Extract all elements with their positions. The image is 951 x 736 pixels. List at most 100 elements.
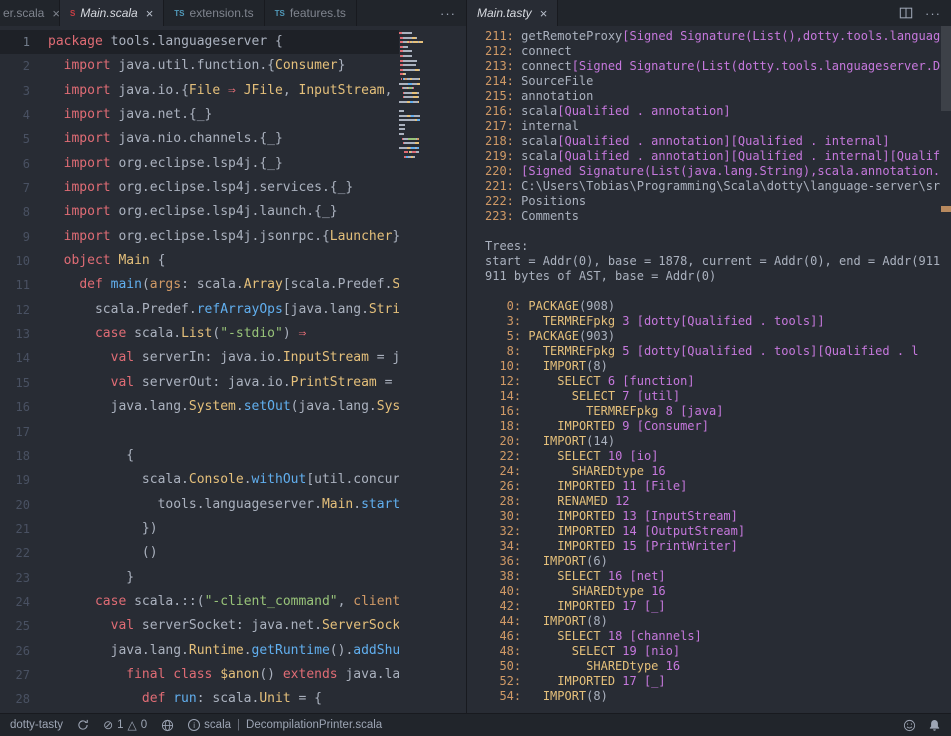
left-tabs: er.scala×SMain.scala×TSextension.tsTSfea… xyxy=(0,0,357,26)
code-token: 18 [channels] xyxy=(601,629,702,643)
code-token: serverSocket: java.net. xyxy=(134,618,322,633)
status-problems[interactable]: ⊘ 1 △ 0 xyxy=(103,719,147,731)
code-token: 16: xyxy=(485,404,528,418)
code-token xyxy=(528,434,542,448)
code-line: 48: SELECT 19 [nio] xyxy=(485,644,941,659)
sync-icon[interactable] xyxy=(77,719,89,731)
code-token: 8: xyxy=(485,344,528,358)
code-token: 211: xyxy=(485,29,521,43)
code-token xyxy=(528,404,586,418)
right-scrollbar[interactable] xyxy=(941,26,951,713)
minimap-segment xyxy=(402,32,412,34)
code-token: TERMREFpkg xyxy=(543,344,615,358)
code-token xyxy=(528,494,557,508)
right-editor-code[interactable]: 211: getRemoteProxy[Signed Signature(Lis… xyxy=(467,29,941,704)
code-token xyxy=(48,277,79,292)
code-token xyxy=(528,344,542,358)
code-token: C:\Users\Tobias\Programming\Scala\dotty\… xyxy=(521,179,940,193)
code-line: 222: Positions xyxy=(485,194,941,209)
overview-ruler-mark xyxy=(941,206,951,212)
code-token: : scala. xyxy=(181,277,244,292)
code-token: IMPORT xyxy=(543,434,586,448)
code-token: 34: xyxy=(485,539,528,553)
code-token: 42: xyxy=(485,599,528,613)
code-token: val xyxy=(111,350,134,365)
right-editor-pane[interactable]: 211: getRemoteProxy[Signed Signature(Lis… xyxy=(467,26,951,713)
globe-icon[interactable] xyxy=(161,719,174,732)
code-token xyxy=(528,674,557,688)
code-line: 24 case scala.::("-client_command", clie… xyxy=(0,590,399,614)
code-token: RENAMED xyxy=(557,494,608,508)
more-tabs-icon[interactable]: ··· xyxy=(440,6,456,21)
code-token: 36: xyxy=(485,554,528,568)
close-icon[interactable]: × xyxy=(540,7,548,20)
left-editor-pane[interactable]: 1package tools.languageserver {2 import … xyxy=(0,26,467,713)
code-token: org.eclipse.lsp4j.jsonrpc.{ xyxy=(111,229,330,244)
status-task[interactable]: dotty-tasty xyxy=(10,719,63,731)
code-token: addShu xyxy=(353,643,399,658)
code-token: internal xyxy=(521,119,579,133)
code-token: scala xyxy=(521,134,557,148)
code-token: 30: xyxy=(485,509,528,523)
minimap-segment xyxy=(417,119,420,121)
line-number: 6 xyxy=(0,152,30,176)
code-line: 213: connect[Signed Signature(List(dotty… xyxy=(485,59,941,74)
line-number: 16 xyxy=(0,395,30,419)
code-token: org.eclipse.lsp4j.{_} xyxy=(111,156,283,171)
code-line: 13 case scala.List("-stdio") ⇒ xyxy=(0,322,399,346)
ts-file-icon: TS xyxy=(174,9,184,18)
feedback-smiley-icon[interactable] xyxy=(903,719,916,732)
code-line: 54: IMPORT(8) xyxy=(485,689,941,704)
code-line: 34: IMPORTED 15 [PrintWriter] xyxy=(485,539,941,554)
code-token xyxy=(236,83,244,98)
code-token: . xyxy=(244,643,252,658)
close-icon[interactable]: × xyxy=(146,7,154,20)
code-line-text: def run: scala.Unit = { xyxy=(30,687,322,711)
code-token: IMPORTED xyxy=(557,599,615,613)
tab-extension.ts[interactable]: TSextension.ts xyxy=(164,0,264,26)
code-token: 9 [Consumer] xyxy=(615,419,709,433)
code-token: IMPORTED xyxy=(557,479,615,493)
code-line: 221: C:\Users\Tobias\Programming\Scala\d… xyxy=(485,179,941,194)
code-token: Trees: xyxy=(485,239,528,253)
left-editor-code[interactable]: 1package tools.languageserver {2 import … xyxy=(0,30,399,712)
code-line: 40: SHAREDtype 16 xyxy=(485,584,941,599)
tab-features.ts[interactable]: TSfeatures.ts xyxy=(265,0,357,26)
minimap[interactable] xyxy=(399,32,423,161)
more-actions-icon[interactable]: ··· xyxy=(925,6,941,21)
code-token: IMPORTED xyxy=(557,509,615,523)
tab-Main.scala[interactable]: SMain.scala× xyxy=(60,0,164,26)
code-token: serverIn: java.io. xyxy=(134,350,283,365)
code-token xyxy=(48,229,64,244)
bell-icon[interactable] xyxy=(928,719,941,732)
active-file-label: DecompilationPrinter.scala xyxy=(246,719,382,731)
status-language[interactable]: i scala | DecompilationPrinter.scala xyxy=(188,719,382,731)
tab-Main.tasty[interactable]: Main.tasty× xyxy=(467,0,558,26)
code-token: [Qualified . annotation] xyxy=(557,104,730,118)
line-number: 10 xyxy=(0,249,30,273)
code-token: 12 xyxy=(608,494,630,508)
minimap-line xyxy=(399,151,423,153)
scrollbar-thumb[interactable] xyxy=(941,26,951,111)
code-token xyxy=(528,644,571,658)
code-token: 219: xyxy=(485,149,521,163)
minimap-segment xyxy=(405,73,406,75)
split-editor-icon[interactable] xyxy=(899,6,913,20)
code-token: Runtime xyxy=(189,643,244,658)
code-token: 17 [_] xyxy=(615,599,666,613)
minimap-segment xyxy=(416,151,420,153)
code-token: IMPORTED xyxy=(557,539,615,553)
code-token: ) xyxy=(283,326,299,341)
line-number: 26 xyxy=(0,639,30,663)
minimap-line xyxy=(399,119,423,121)
code-line: 20: IMPORT(14) xyxy=(485,434,941,449)
code-token: start = Addr(0), base = 1878, current = … xyxy=(485,254,941,268)
code-token: () xyxy=(259,667,282,682)
code-token: Main xyxy=(322,497,353,512)
code-line-text: import java.nio.channels.{_} xyxy=(30,127,283,151)
minimap-segment xyxy=(418,96,419,98)
tab-er.scala[interactable]: er.scala× xyxy=(0,0,60,26)
code-line: 23 } xyxy=(0,566,399,590)
line-number: 12 xyxy=(0,298,30,322)
close-icon[interactable]: × xyxy=(52,7,60,20)
